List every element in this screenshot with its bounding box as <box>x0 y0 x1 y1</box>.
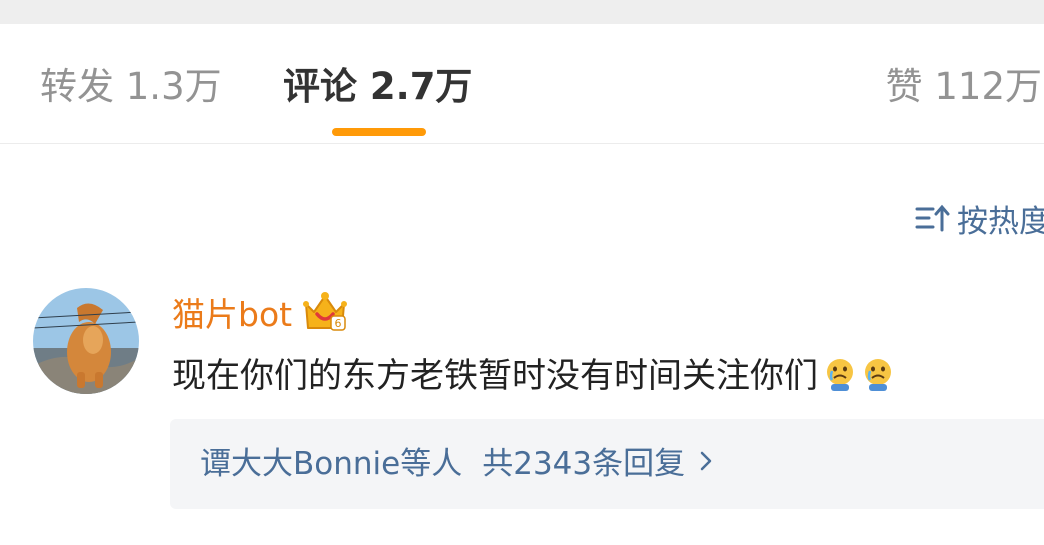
engagement-tabs: 转发 1.3万 评论 2.7万 赞 112万 <box>0 24 1044 144</box>
tab-likes-label: 赞 <box>885 65 923 108</box>
comment-actions-row-cropped <box>170 532 1044 545</box>
replies-preview[interactable]: 谭大大Bonnie等人 共2343条回复 <box>170 419 1044 509</box>
sort-by-hot-button[interactable]: 按热度 <box>915 196 1044 240</box>
vip-crown-badge-icon[interactable]: 6 <box>302 290 348 334</box>
avatar[interactable] <box>33 288 139 394</box>
tab-reposts-count: 1.3万 <box>125 65 222 108</box>
active-tab-indicator <box>332 128 426 136</box>
tab-comments-label: 评论 <box>283 65 357 108</box>
comments-panel: 转发 1.3万 评论 2.7万 赞 112万 按热度 猫片bot 6 现在你们的… <box>0 0 1044 545</box>
tab-reposts[interactable]: 转发 1.3万 <box>40 62 222 112</box>
tab-likes-count: 112万 <box>934 65 1042 108</box>
sort-icon <box>915 204 950 232</box>
crying-face-emoji-icon <box>865 359 891 391</box>
chevron-right-icon <box>700 451 712 471</box>
tab-comments[interactable]: 评论 2.7万 <box>283 62 472 112</box>
reply-count: 共2343条回复 <box>482 446 686 482</box>
username-link[interactable]: 猫片bot <box>172 288 292 336</box>
sort-label: 按热度 <box>957 203 1044 240</box>
comment-text: 现在你们的东方老铁暂时没有时间关注你们 <box>172 356 818 396</box>
reply-names: 谭大大Bonnie等人 <box>200 446 463 482</box>
tab-reposts-label: 转发 <box>40 65 114 108</box>
top-divider-strip <box>0 0 1044 24</box>
tab-likes[interactable]: 赞 112万 <box>886 62 1042 112</box>
tab-comments-count: 2.7万 <box>369 65 473 108</box>
cat-avatar-image <box>33 288 139 394</box>
replies-link[interactable]: 谭大大Bonnie等人 共2343条回复 <box>200 443 713 485</box>
svg-text:6: 6 <box>335 317 342 330</box>
crying-face-emoji-icon <box>827 359 853 391</box>
comment-author: 猫片bot 6 <box>172 288 348 336</box>
comment-body: 现在你们的东方老铁暂时没有时间关注你们 <box>172 352 894 400</box>
